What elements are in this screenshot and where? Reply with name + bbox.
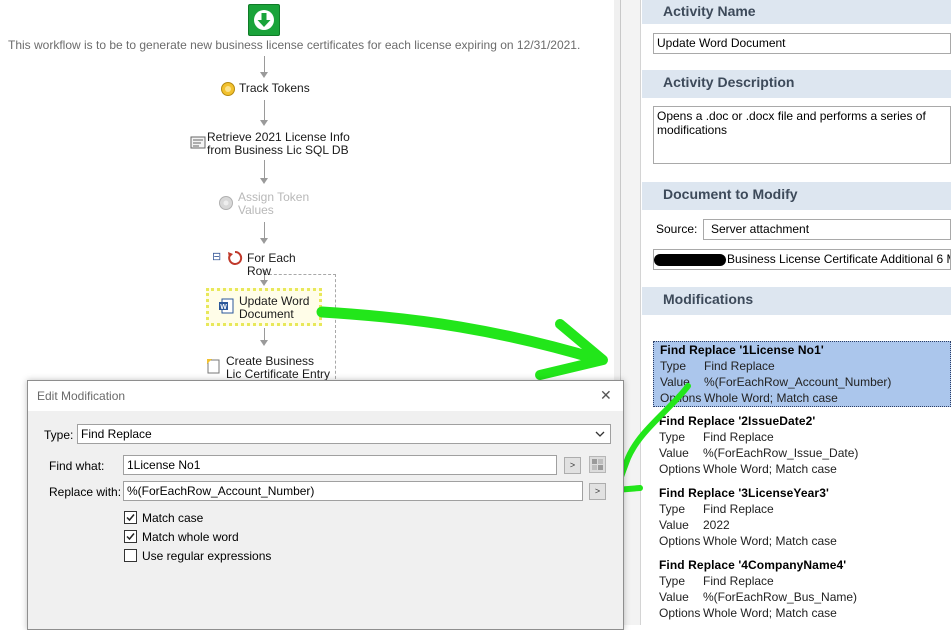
grid-icon xyxy=(592,459,603,470)
option-checkbox[interactable] xyxy=(124,530,137,543)
chevron-down-icon xyxy=(595,431,605,437)
option-label: Use regular expressions xyxy=(142,549,272,563)
checkmark-icon xyxy=(126,533,135,541)
close-icon[interactable]: ✕ xyxy=(600,387,612,404)
replace-with-input[interactable] xyxy=(123,481,583,501)
dialog-titlebar[interactable]: Edit Modification ✕ xyxy=(28,381,623,411)
option-row[interactable]: Use regular expressions xyxy=(124,548,324,564)
option-row[interactable]: Match case xyxy=(124,510,324,526)
find-what-input[interactable] xyxy=(123,455,557,475)
type-label: Type: xyxy=(44,428,74,442)
replace-insert-button[interactable]: > xyxy=(589,483,606,500)
checkmark-icon xyxy=(126,514,135,522)
find-lookup-button[interactable] xyxy=(589,456,606,473)
type-select[interactable]: Find Replace xyxy=(77,424,611,444)
find-what-label: Find what: xyxy=(49,459,105,473)
option-checkbox[interactable] xyxy=(124,511,137,524)
type-select-value: Find Replace xyxy=(81,427,152,441)
find-insert-button[interactable]: > xyxy=(564,457,581,474)
dialog-title: Edit Modification xyxy=(37,389,126,403)
replace-with-label: Replace with: xyxy=(49,485,122,499)
option-label: Match case xyxy=(142,511,204,525)
edit-modification-dialog: Edit Modification ✕ Type: Find Replace F… xyxy=(27,380,624,630)
option-checkbox[interactable] xyxy=(124,549,137,562)
option-row[interactable]: Match whole word xyxy=(124,529,324,545)
option-label: Match whole word xyxy=(142,530,239,544)
